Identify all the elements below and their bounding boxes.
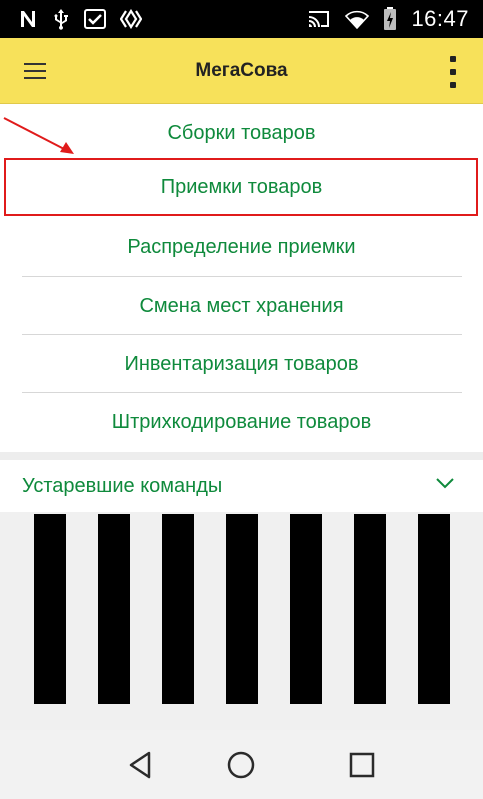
obsolete-commands-title: Устаревшие команды (22, 475, 223, 497)
chevron-down-icon (436, 478, 454, 489)
menu-item-storage-change[interactable]: Смена мест хранения (0, 277, 483, 335)
notification-n-icon (21, 11, 35, 27)
cast-icon (309, 11, 330, 27)
menu-item-inventory[interactable]: Инвентаризация товаров (0, 335, 483, 393)
back-icon[interactable] (123, 747, 159, 783)
obsolete-commands-header[interactable]: Устаревшие команды (0, 460, 483, 512)
barcode-bar (226, 514, 258, 704)
barcode-bar (162, 514, 194, 704)
menu-item-barcoding[interactable]: Штрихкодирование товаров (0, 393, 483, 451)
barcode-area (0, 512, 483, 730)
section-separator (0, 452, 483, 460)
barcode-bar (34, 514, 66, 704)
usb-icon (54, 9, 68, 30)
status-time: 16:47 (411, 6, 469, 31)
barcode-bar (418, 514, 450, 704)
highlight-box (4, 158, 478, 216)
status-bar: 16:47 (0, 0, 483, 38)
app-bar: МегаСова (0, 38, 483, 104)
app-title: МегаСова (195, 60, 288, 81)
more-vertical-icon[interactable] (443, 54, 463, 90)
barcode-bar (354, 514, 386, 704)
barcode-bar (98, 514, 130, 704)
diamond-icon (120, 9, 142, 29)
home-icon[interactable] (223, 747, 259, 783)
recents-icon[interactable] (344, 747, 380, 783)
checkbox-icon (84, 9, 106, 29)
wifi-icon (345, 10, 370, 29)
navigation-bar (0, 730, 483, 799)
annotation-arrow-icon (3, 117, 74, 154)
menu-item-receipt-distribution[interactable]: Распределение приемки (0, 218, 483, 276)
battery-charging-icon (384, 7, 397, 30)
barcode-bar (290, 514, 322, 704)
